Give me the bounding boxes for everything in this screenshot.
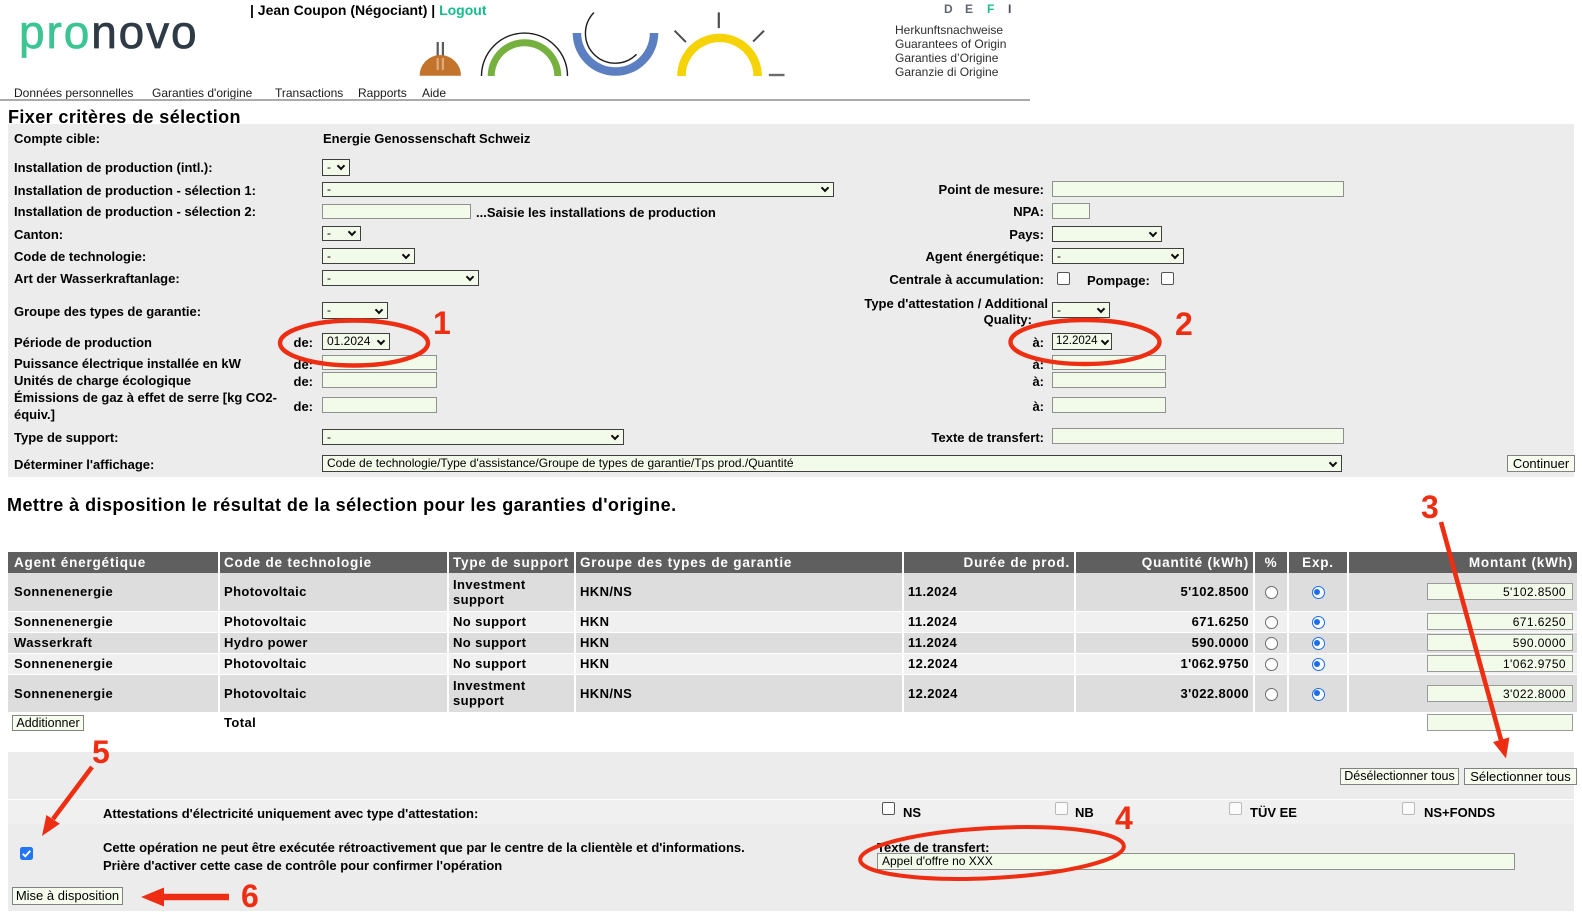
svg-text:3: 3 [1421, 489, 1439, 525]
